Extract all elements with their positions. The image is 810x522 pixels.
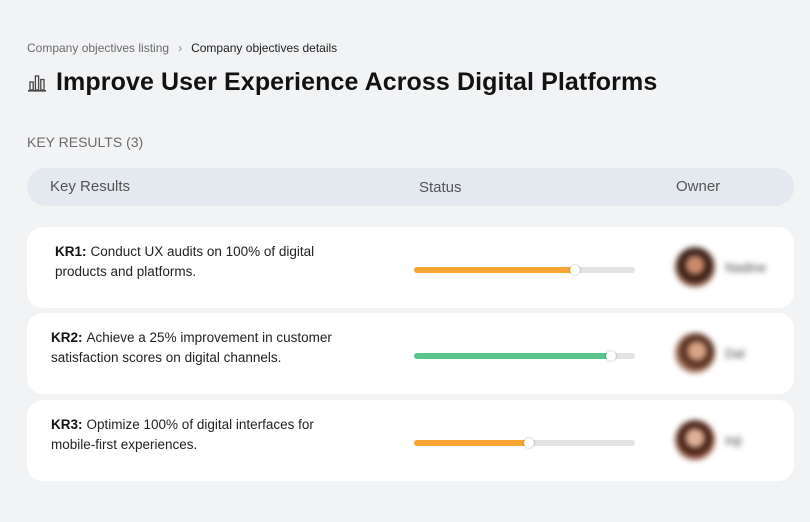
column-header-key-results: Key Results	[50, 178, 131, 195]
owner-name: Dal	[725, 345, 745, 361]
progress-fill	[414, 353, 611, 359]
key-result-row[interactable]: KR2: Achieve a 25% improvement in custome…	[27, 313, 794, 394]
key-result-text: KR2: Achieve a 25% improvement in custome…	[51, 328, 361, 368]
key-result-description: Optimize 100% of digital interfaces for …	[51, 417, 314, 452]
status-progress-bar	[414, 438, 635, 448]
key-result-description: Achieve a 25% improvement in customer sa…	[51, 330, 332, 365]
breadcrumb-current: Company objectives details	[191, 41, 338, 55]
title-row: Improve User Experience Across Digital P…	[27, 68, 657, 97]
progress-fill	[414, 440, 529, 446]
breadcrumb-objectives-listing-link[interactable]: Company objectives listing	[27, 41, 169, 55]
owner-name: Inji	[725, 432, 742, 448]
progress-knob	[570, 265, 581, 275]
avatar	[675, 420, 715, 460]
owner[interactable]: Inji	[675, 420, 742, 460]
status-progress-bar	[414, 351, 635, 361]
progress-fill	[414, 267, 576, 273]
column-header-owner: Owner	[676, 178, 721, 195]
key-result-id: KR2:	[51, 330, 83, 345]
status-progress-bar	[414, 265, 635, 275]
owner[interactable]: Nadine	[675, 247, 766, 287]
column-header-status: Status	[419, 179, 462, 196]
owner-name: Nadine	[725, 259, 767, 275]
table-header: Key Results Status Owner	[27, 168, 794, 206]
building-chart-icon	[27, 73, 47, 93]
progress-knob	[523, 438, 534, 448]
breadcrumb: Company objectives listing › Company obj…	[27, 41, 337, 55]
key-result-id: KR3:	[51, 417, 83, 432]
key-result-text: KR3: Optimize 100% of digital interfaces …	[51, 415, 351, 455]
key-result-description: Conduct UX audits on 100% of digital pro…	[55, 244, 315, 279]
key-result-id: KR1:	[55, 244, 87, 259]
key-result-text: KR1: Conduct UX audits on 100% of digital…	[55, 242, 355, 282]
breadcrumb-separator: ›	[178, 41, 183, 55]
page-title: Improve User Experience Across Digital P…	[56, 68, 658, 96]
key-result-row[interactable]: KR3: Optimize 100% of digital interfaces …	[27, 400, 794, 481]
avatar	[675, 247, 715, 287]
owner[interactable]: Dal	[675, 333, 745, 373]
key-results-count-label: KEY RESULTS (3)	[27, 134, 144, 150]
progress-knob	[605, 351, 616, 361]
avatar	[675, 333, 715, 373]
key-result-row[interactable]: KR1: Conduct UX audits on 100% of digital…	[27, 227, 794, 308]
